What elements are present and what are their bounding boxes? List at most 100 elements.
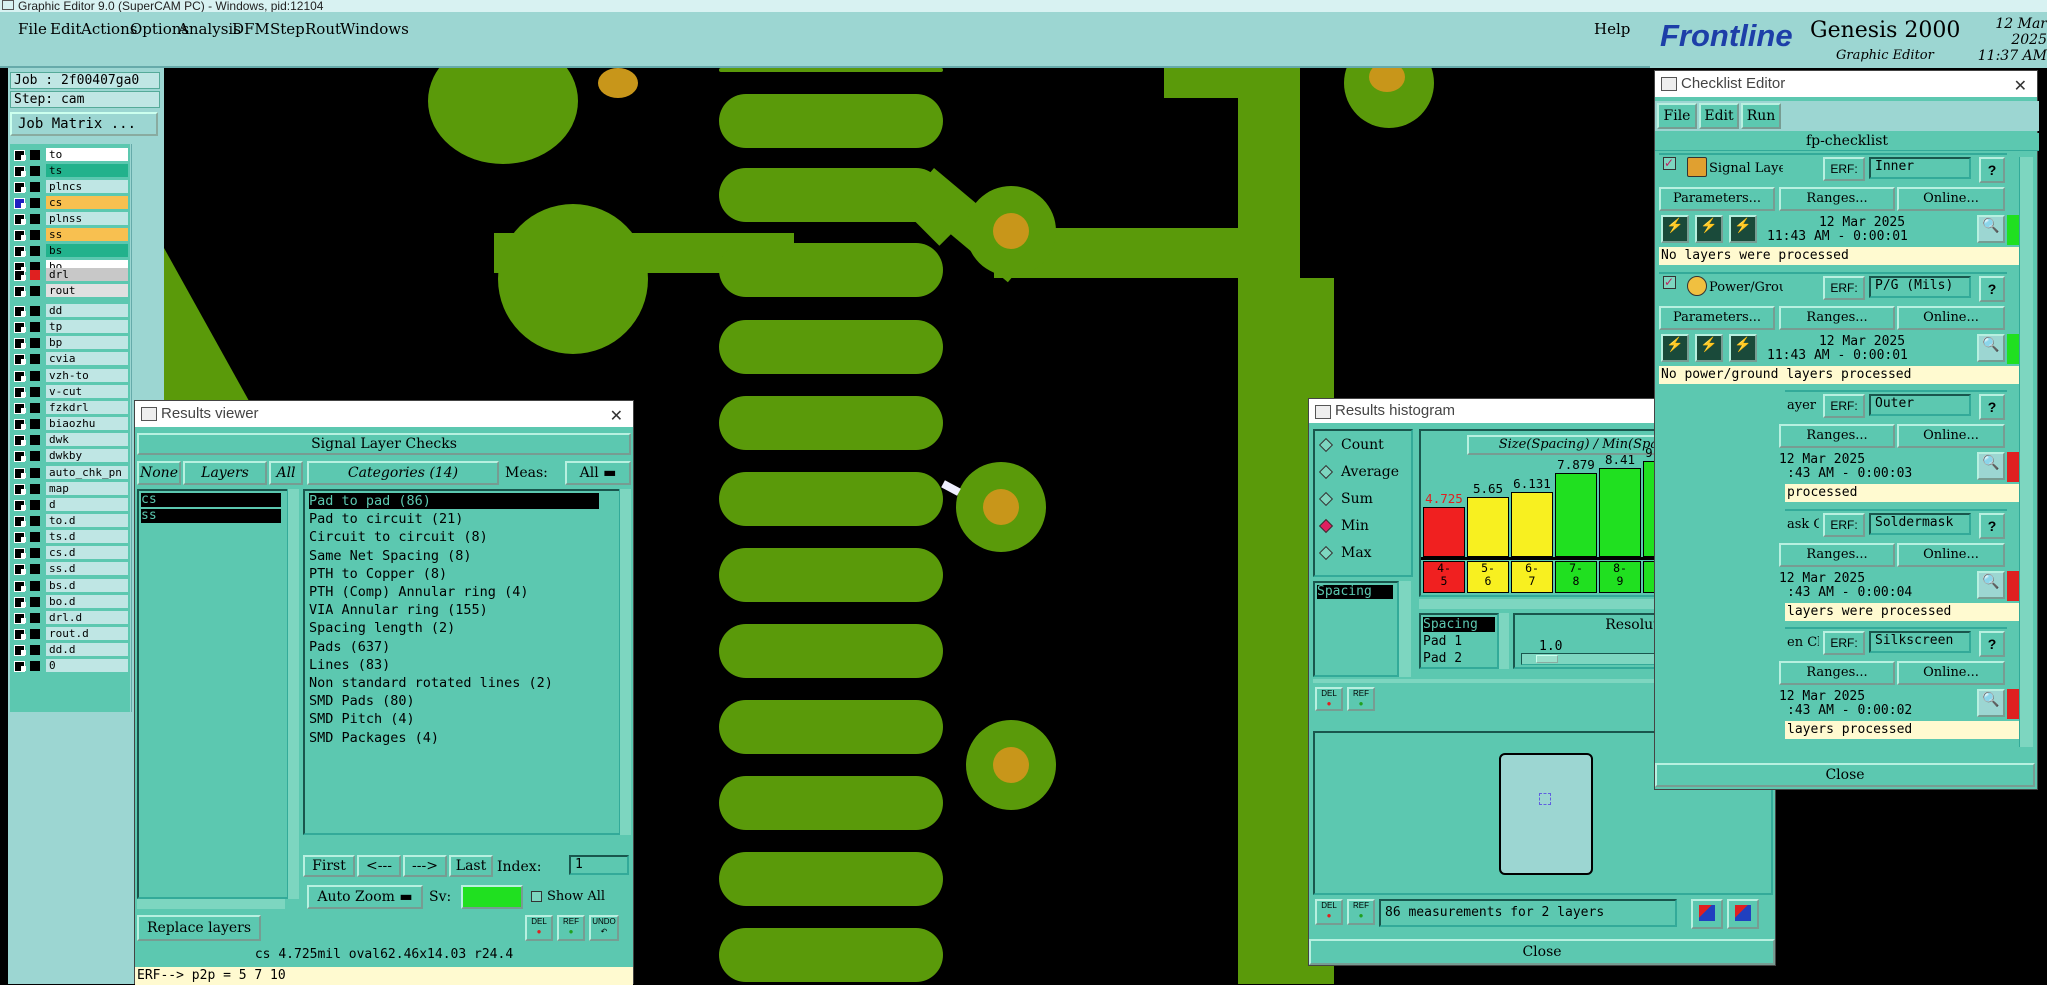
first-button[interactable]: First <box>303 855 355 877</box>
histogram-list-scrollbar[interactable] <box>1399 581 1411 677</box>
menu-file[interactable]: File <box>18 20 47 38</box>
checklist-menu-run[interactable]: Run <box>1741 103 1781 129</box>
checklist-menu-file[interactable]: File <box>1657 103 1697 129</box>
run-action-button[interactable]: ⚡ <box>1661 215 1689 243</box>
ranges-button[interactable]: Ranges... <box>1779 424 1895 448</box>
layer-name[interactable]: fzkdrl <box>46 400 128 414</box>
measure-item[interactable]: Pad 2 <box>1423 651 1462 666</box>
category-item[interactable]: SMD Packages (4) <box>309 730 439 746</box>
layer-checkbox[interactable] <box>14 596 26 608</box>
layer-name[interactable]: bs <box>46 244 128 258</box>
layer-checkbox[interactable] <box>14 286 26 298</box>
index-input[interactable]: 1 <box>569 855 629 875</box>
category-item[interactable]: Circuit to circuit (8) <box>309 529 488 545</box>
histogram-close-button[interactable]: Close <box>1309 939 1775 965</box>
online-button[interactable]: Online... <box>1897 187 2005 211</box>
layer-name[interactable]: bo.d <box>46 594 128 608</box>
ranges-button[interactable]: Ranges... <box>1779 187 1895 211</box>
menu-step[interactable]: Step <box>270 20 305 38</box>
measure-list[interactable]: Spacing Pad 1 Pad 2 <box>1419 613 1499 669</box>
preview-ref-button[interactable]: REF ● <box>1347 899 1375 925</box>
layer-name[interactable]: biaozhu <box>46 417 128 431</box>
help-button[interactable]: ? <box>1979 631 2005 657</box>
erf-value[interactable]: Silkscreen <box>1869 631 1971 653</box>
layer-checkbox[interactable] <box>14 322 26 334</box>
layer-item-cs[interactable]: cs <box>141 493 281 507</box>
layer-row-fzkdrl[interactable]: fzkdrl <box>10 400 130 415</box>
layer-row-cs.d[interactable]: cs.d <box>10 546 130 560</box>
show-all-checkbox[interactable] <box>531 891 542 902</box>
close-icon[interactable]: ✕ <box>2014 74 2027 100</box>
mode-radio-max[interactable]: Max <box>1318 545 1372 561</box>
layer-name[interactable]: bs.d <box>46 578 128 592</box>
layer-row-dwkby[interactable]: dwkby <box>10 449 130 463</box>
histogram-bar[interactable] <box>1423 507 1465 557</box>
categories-scrollbar[interactable] <box>619 489 631 835</box>
layer-row-ss[interactable]: ss <box>10 228 130 242</box>
menu-windows[interactable]: Windows <box>340 20 409 38</box>
layer-row-ts.d[interactable]: ts.d <box>10 530 130 544</box>
layer-checkbox[interactable] <box>14 338 26 350</box>
measure-item[interactable]: Spacing <box>1423 617 1495 632</box>
view-results-button[interactable]: 🔍 <box>1977 452 2005 480</box>
preview-del-button[interactable]: DEL ● <box>1315 899 1343 925</box>
histogram-bar[interactable] <box>1599 468 1641 557</box>
measure-item[interactable]: Pad 1 <box>1423 634 1462 649</box>
histogram-del-button[interactable]: DEL ● <box>1315 687 1343 711</box>
close-icon[interactable]: ✕ <box>610 404 623 430</box>
stop-action-button[interactable]: ⚡ <box>1729 215 1757 243</box>
layer-checkbox[interactable] <box>14 402 26 414</box>
layer-name[interactable]: vzh-to <box>46 368 128 382</box>
layer-checkbox[interactable] <box>14 580 26 592</box>
layer-checkbox[interactable] <box>14 386 26 398</box>
layer-name[interactable]: rout <box>46 284 128 298</box>
ref-button[interactable]: REF ● <box>557 915 585 941</box>
checklist-close-button[interactable]: Close <box>1655 763 2035 787</box>
menu-rout[interactable]: Rout <box>305 20 341 38</box>
export-chart-button[interactable] <box>1691 899 1723 929</box>
layer-row-bp[interactable]: bp <box>10 336 130 350</box>
layers-button[interactable]: Layers <box>183 461 267 485</box>
layer-list[interactable]: to ts plncs cs plnss ss bs bo drl rout dd tp bp cvia v… <box>10 144 130 712</box>
layer-row-dd.d[interactable]: dd.d <box>10 643 130 657</box>
layer-checkbox[interactable] <box>14 419 26 431</box>
layer-checkbox[interactable] <box>14 214 26 225</box>
layer-checkbox[interactable] <box>14 629 26 640</box>
layer-name[interactable]: map <box>46 481 128 495</box>
step-action-button[interactable]: ⚡ <box>1695 215 1723 243</box>
layer-name[interactable]: dd.d <box>46 643 128 657</box>
undo-button[interactable]: UNDO ↶ <box>589 915 619 941</box>
check-name[interactable]: ayer Ch <box>1787 398 1819 413</box>
layer-item-ss[interactable]: ss <box>141 509 281 523</box>
checklist-titlebar[interactable]: Checklist Editor ✕ <box>1655 71 2037 97</box>
bin-label[interactable]: 4- 5 <box>1423 561 1465 593</box>
mode-radio-sum[interactable]: Sum <box>1318 491 1373 507</box>
layer-name[interactable]: dwk <box>46 433 128 447</box>
run-action-button[interactable]: ⚡ <box>1661 333 1689 362</box>
layer-name[interactable]: plncs <box>46 180 128 193</box>
category-item[interactable]: SMD Pitch (4) <box>309 711 415 727</box>
categories-list[interactable]: Pad to pad (86) Pad to circuit (21) Circui… <box>303 489 621 835</box>
layer-checkbox[interactable] <box>14 661 26 673</box>
layer-name[interactable]: cs.d <box>46 546 128 560</box>
layer-checkbox[interactable] <box>14 532 26 544</box>
step-action-button[interactable]: ⚡ <box>1695 333 1723 362</box>
check-name[interactable]: en Che <box>1787 635 1819 650</box>
view-results-button[interactable]: 🔍 <box>1977 333 2005 362</box>
layer-name[interactable]: ts <box>46 164 128 178</box>
parameters-button[interactable]: Parameters... <box>1659 305 1775 330</box>
layer-name[interactable]: bp <box>46 336 128 350</box>
layer-checkbox[interactable] <box>14 435 26 447</box>
parameters-button[interactable]: Parameters... <box>1659 187 1775 211</box>
layer-checkbox[interactable] <box>14 467 26 479</box>
layer-checkbox[interactable] <box>14 499 26 511</box>
categories-button[interactable]: Categories (14) <box>307 461 499 485</box>
job-matrix-button[interactable]: Job Matrix ... <box>10 112 158 136</box>
checklist-scrollbar[interactable] <box>2019 157 2033 747</box>
layer-row-ss.d[interactable]: ss.d <box>10 562 130 576</box>
layer-name[interactable]: ts.d <box>46 530 128 544</box>
menu-help[interactable]: Help <box>1594 20 1630 38</box>
all-button[interactable]: All <box>269 461 303 485</box>
checklist-item-checkbox[interactable]: ✓ <box>1663 275 1676 289</box>
layer-checkbox[interactable] <box>14 645 26 657</box>
